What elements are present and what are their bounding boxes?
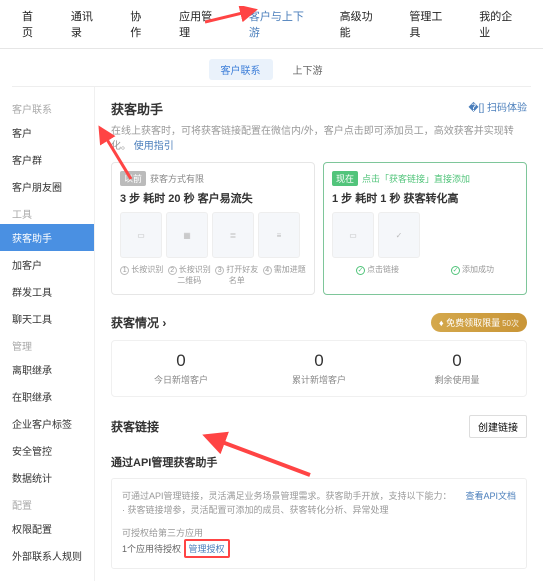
thumb-icon: ▦ bbox=[166, 212, 208, 258]
sidebar-item-chat[interactable]: 聊天工具 bbox=[0, 305, 94, 332]
badge-before: 以前 bbox=[120, 171, 146, 186]
sidebar-item-perm[interactable]: 权限配置 bbox=[0, 515, 94, 542]
caption: ✓添加成功 bbox=[427, 264, 518, 275]
sidebar-item-resign[interactable]: 离职继承 bbox=[0, 356, 94, 383]
caption: ✓点击链接 bbox=[332, 264, 423, 275]
free-quota-button[interactable]: ♦ 免费领取限量50次 bbox=[431, 313, 527, 332]
section-title: 获客情况 › bbox=[111, 314, 166, 331]
nav-home[interactable]: 首页 bbox=[8, 0, 57, 48]
section-title: 获客链接 bbox=[111, 418, 159, 435]
api-auth-row: 可授权给第三方应用 1个应用待授权 管理授权 bbox=[122, 526, 516, 558]
scan-link[interactable]: �[] 扫码体验 bbox=[468, 99, 527, 114]
main-content: �[] 扫码体验 获客助手 在线上获客时，可将获客链接配置在微信内/外，客户点击… bbox=[95, 87, 543, 581]
nav-customers[interactable]: 客户与上下游 bbox=[235, 0, 326, 48]
stat-item: 0剩余使用量 bbox=[388, 351, 526, 386]
page-title: 获客助手 bbox=[111, 99, 527, 118]
nav-apps[interactable]: 应用管理 bbox=[165, 0, 235, 48]
stat-item: 0今日新增客户 bbox=[112, 351, 250, 386]
sidebar-item-stats[interactable]: 数据统计 bbox=[0, 464, 94, 491]
sub-tabs: 客户联系 上下游 bbox=[12, 53, 531, 87]
guide-link[interactable]: 使用指引 bbox=[134, 141, 174, 152]
nav-collab[interactable]: 协作 bbox=[116, 0, 165, 48]
create-link-button[interactable]: 创建链接 bbox=[469, 415, 527, 438]
api-desc: 可通过API管理链接，灵活满足业务场景管理需求。获客助手开放，支持以下能力： bbox=[122, 489, 516, 503]
manage-auth-link[interactable]: 管理授权 bbox=[189, 544, 225, 554]
nav-advanced[interactable]: 高级功能 bbox=[326, 0, 396, 48]
api-desc: · 获客链接增参，灵活配置可添加的成员、获客转化分析、异常处理 bbox=[122, 503, 516, 517]
sidebar: 客户联系 客户 客户群 客户朋友圈 工具 获客助手 加客户 群发工具 聊天工具 … bbox=[0, 87, 95, 581]
sidebar-item-add[interactable]: 加客户 bbox=[0, 251, 94, 278]
nav-tools[interactable]: 管理工具 bbox=[395, 0, 465, 48]
caption: 2长按识别二维码 bbox=[168, 264, 212, 286]
nav-contacts[interactable]: 通讯录 bbox=[57, 0, 116, 48]
sidebar-group: 管理 bbox=[0, 332, 94, 356]
sidebar-item-security[interactable]: 安全管控 bbox=[0, 437, 94, 464]
subtab-customer[interactable]: 客户联系 bbox=[209, 59, 273, 80]
sidebar-item-group[interactable]: 客户群 bbox=[0, 146, 94, 173]
caption: 3打开好友名单 bbox=[215, 264, 259, 286]
card-after: 现在点击「获客链接」直接添加 1 步 耗时 1 秒 获客转化高 ▭ ✓ ✓点击链… bbox=[323, 162, 527, 295]
stats-row: 0今日新增客户 0累计新增客户 0剩余使用量 bbox=[111, 340, 527, 397]
subtab-supply[interactable]: 上下游 bbox=[281, 59, 335, 80]
api-box: 查看API文档 可通过API管理链接，灵活满足业务场景管理需求。获客助手开放，支… bbox=[111, 478, 527, 569]
caption: 1长按识别 bbox=[120, 264, 164, 286]
thumb-icon: ≣ bbox=[212, 212, 254, 258]
sidebar-group: 工具 bbox=[0, 200, 94, 224]
thumb-icon: ✓ bbox=[378, 212, 420, 258]
card-before: 以前获客方式有限 3 步 耗时 20 秒 客户易流失 ▭ ▦ ≣ ≡ 1长按识别… bbox=[111, 162, 315, 295]
card-title: 3 步 耗时 20 秒 客户易流失 bbox=[120, 190, 306, 206]
sidebar-item-customer[interactable]: 客户 bbox=[0, 119, 94, 146]
thumb-icon: ▭ bbox=[332, 212, 374, 258]
sidebar-item-mass[interactable]: 群发工具 bbox=[0, 278, 94, 305]
thumb-icon: ≡ bbox=[258, 212, 300, 258]
nav-enterprise[interactable]: 我的企业 bbox=[465, 0, 535, 48]
thumb-icon: ▭ bbox=[120, 212, 162, 258]
sidebar-item-onjob[interactable]: 在职继承 bbox=[0, 383, 94, 410]
sidebar-group: 客户联系 bbox=[0, 95, 94, 119]
sidebar-item-tags[interactable]: 企业客户标签 bbox=[0, 410, 94, 437]
caption: 4需加进题 bbox=[263, 264, 307, 286]
top-nav: 首页 通讯录 协作 应用管理 客户与上下游 高级功能 管理工具 我的企业 bbox=[0, 0, 543, 49]
sidebar-item-moments[interactable]: 客户朋友圈 bbox=[0, 173, 94, 200]
badge-now: 现在 bbox=[332, 171, 358, 186]
api-doc-link[interactable]: 查看API文档 bbox=[465, 489, 516, 502]
page-subtitle: 在线上获客时，可将获客链接配置在微信内/外，客户点击即可添加员工，高效获客并实现… bbox=[111, 122, 527, 152]
sidebar-item-acquire[interactable]: 获客助手 bbox=[0, 224, 94, 251]
sidebar-group: 配置 bbox=[0, 491, 94, 515]
stat-item: 0累计新增客户 bbox=[250, 351, 388, 386]
api-title: 通过API管理获客助手 bbox=[111, 454, 527, 470]
card-title: 1 步 耗时 1 秒 获客转化高 bbox=[332, 190, 518, 206]
sidebar-item-external[interactable]: 外部联系人规则 bbox=[0, 542, 94, 569]
